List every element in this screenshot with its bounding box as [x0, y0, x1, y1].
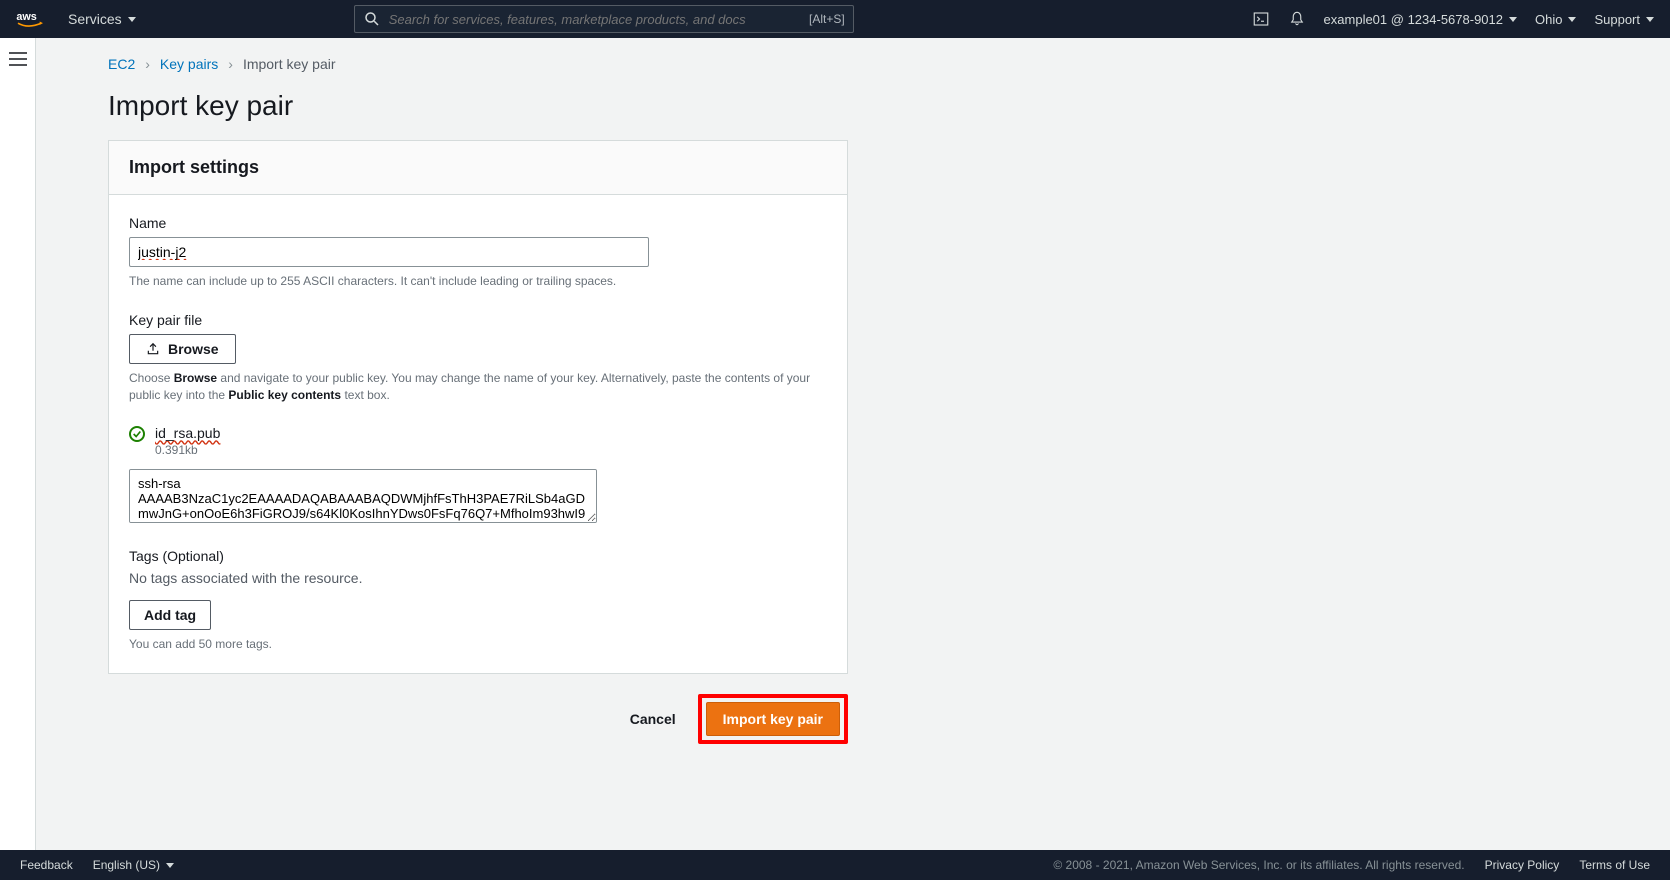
- feedback-link[interactable]: Feedback: [20, 858, 73, 872]
- aws-logo[interactable]: aws: [16, 9, 50, 29]
- chevron-down-icon: [128, 17, 136, 22]
- name-field: Name The name can include up to 255 ASCI…: [129, 215, 827, 290]
- privacy-link[interactable]: Privacy Policy: [1485, 858, 1560, 872]
- browse-button[interactable]: Browse: [129, 334, 236, 364]
- account-menu[interactable]: example01 @ 1234-5678-9012: [1324, 12, 1517, 27]
- language-label: English (US): [93, 858, 160, 872]
- breadcrumb-current: Import key pair: [243, 56, 336, 72]
- uploaded-filesize: 0.391kb: [155, 443, 220, 457]
- import-key-pair-button[interactable]: Import key pair: [706, 702, 840, 736]
- cancel-button[interactable]: Cancel: [618, 703, 688, 735]
- services-menu[interactable]: Services: [68, 11, 136, 27]
- tags-empty-text: No tags associated with the resource.: [129, 570, 827, 586]
- name-label: Name: [129, 215, 827, 231]
- uploaded-file-row: id_rsa.pub 0.391kb: [129, 425, 827, 457]
- top-navbar: aws Services [Alt+S] example01 @ 1234-56…: [0, 0, 1670, 38]
- aws-logo-icon: aws: [16, 9, 50, 29]
- chevron-down-icon: [1509, 17, 1517, 22]
- support-label: Support: [1594, 12, 1640, 27]
- bell-icon[interactable]: [1288, 10, 1306, 28]
- svg-text:aws: aws: [16, 11, 36, 23]
- cloudshell-icon[interactable]: [1252, 10, 1270, 28]
- chevron-down-icon: [166, 863, 174, 868]
- search-shortcut: [Alt+S]: [809, 12, 845, 26]
- sidebar-toggle[interactable]: [9, 52, 27, 850]
- keyfile-field: Key pair file Browse Choose Browse and n…: [129, 312, 827, 404]
- panel-header: Import settings: [109, 141, 847, 195]
- footer: Feedback English (US) © 2008 - 2021, Ama…: [0, 850, 1670, 880]
- global-search[interactable]: [Alt+S]: [354, 5, 854, 33]
- account-label: example01 @ 1234-5678-9012: [1324, 12, 1503, 27]
- hamburger-icon: [9, 52, 27, 66]
- highlight-ring: Import key pair: [698, 694, 848, 744]
- chevron-down-icon: [1646, 17, 1654, 22]
- language-selector[interactable]: English (US): [93, 858, 174, 872]
- region-menu[interactable]: Ohio: [1535, 12, 1576, 27]
- support-menu[interactable]: Support: [1594, 12, 1654, 27]
- action-row: Cancel Import key pair: [108, 674, 848, 784]
- terms-link[interactable]: Terms of Use: [1579, 858, 1650, 872]
- page-title: Import key pair: [36, 72, 1670, 140]
- import-settings-panel: Import settings Name The name can includ…: [108, 140, 848, 674]
- pubkey-field: [129, 469, 827, 526]
- breadcrumb: EC2 › Key pairs › Import key pair: [36, 38, 1670, 72]
- breadcrumb-link-keypairs[interactable]: Key pairs: [160, 56, 218, 72]
- copyright-text: © 2008 - 2021, Amazon Web Services, Inc.…: [1053, 858, 1464, 872]
- pubkey-textarea[interactable]: [129, 469, 597, 523]
- name-hint: The name can include up to 255 ASCII cha…: [129, 273, 827, 290]
- breadcrumb-link-ec2[interactable]: EC2: [108, 56, 135, 72]
- keyfile-hint: Choose Browse and navigate to your publi…: [129, 370, 827, 404]
- tags-label: Tags (Optional): [129, 548, 827, 564]
- services-label: Services: [68, 11, 122, 27]
- success-check-icon: [129, 426, 145, 442]
- keyfile-label: Key pair file: [129, 312, 827, 328]
- uploaded-filename: id_rsa.pub: [155, 425, 220, 441]
- sidebar-rail: [0, 38, 36, 850]
- search-icon: [363, 10, 381, 28]
- tags-hint: You can add 50 more tags.: [129, 636, 827, 653]
- chevron-down-icon: [1568, 17, 1576, 22]
- tags-field: Tags (Optional) No tags associated with …: [129, 548, 827, 653]
- chevron-right-icon: ›: [145, 56, 150, 72]
- add-tag-button[interactable]: Add tag: [129, 600, 211, 630]
- search-input[interactable]: [389, 12, 801, 27]
- region-label: Ohio: [1535, 12, 1562, 27]
- name-input[interactable]: [129, 237, 649, 267]
- chevron-right-icon: ›: [228, 56, 233, 72]
- browse-label: Browse: [168, 341, 219, 357]
- upload-icon: [146, 342, 160, 356]
